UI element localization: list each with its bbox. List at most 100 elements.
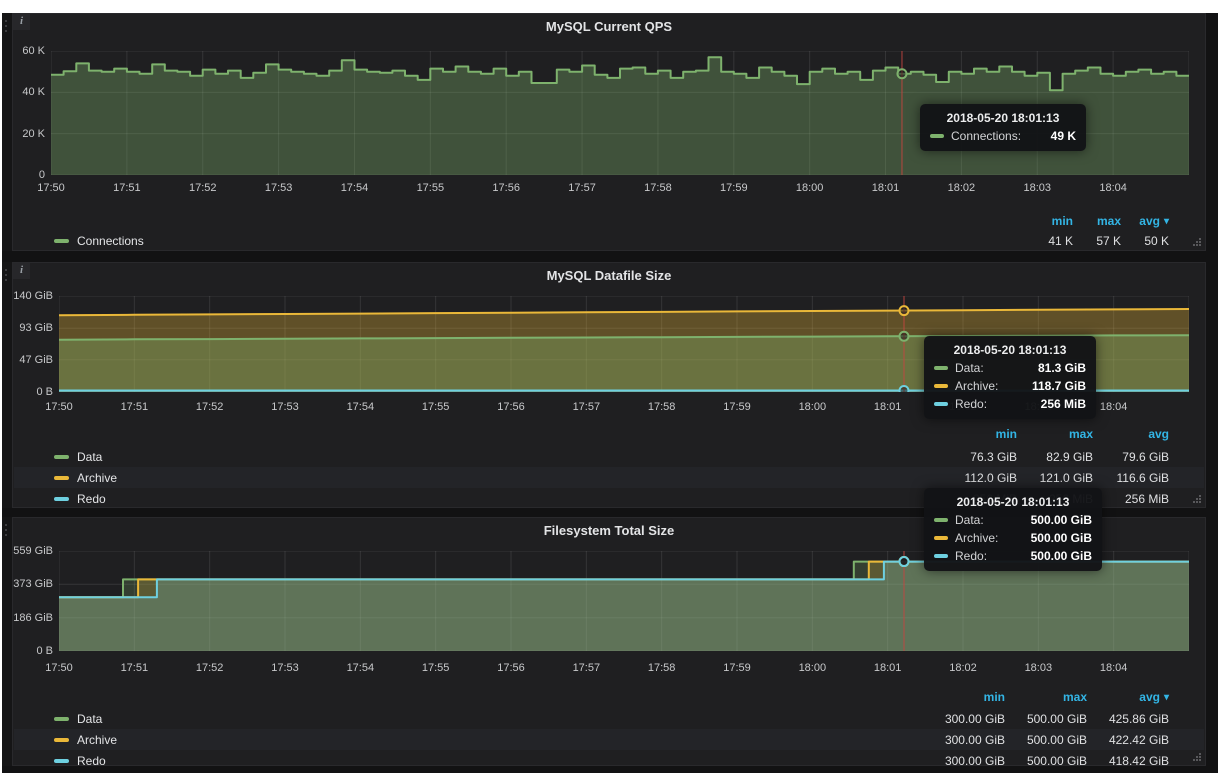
dot [5, 269, 7, 271]
y-tick-label: 60 K [13, 45, 45, 57]
y-tick-label: 0 B [13, 645, 53, 657]
legend-sort-max[interactable]: max [1073, 212, 1121, 230]
x-tick-label: 17:50 [37, 182, 65, 194]
legend-stat-value: 41 K [1025, 230, 1073, 251]
legend-stat-value: 300.00 GiB [923, 750, 1005, 771]
legend-header-row: minmaxavg▾ [14, 688, 1204, 706]
x-tick-label: 18:02 [949, 662, 977, 674]
panel-title[interactable]: Filesystem Total Size [13, 523, 1205, 538]
x-tick-label: 18:02 [949, 401, 977, 413]
legend-sort-min[interactable]: min [941, 425, 1017, 443]
legend-header-row: minmaxavg▾ [14, 212, 1204, 230]
legend-sort-min[interactable]: min [1025, 212, 1073, 230]
legend-stat-value: 116.6 GiB [1093, 467, 1169, 488]
legend-header-row: minmaxavg [14, 425, 1204, 443]
legend-series-redo[interactable]: Redo [54, 488, 106, 509]
legend-row: Archive300.00 GiB500.00 GiB422.42 GiB [14, 729, 1204, 750]
chart-svg [51, 51, 1189, 175]
row-drag-handle[interactable] [2, 13, 12, 251]
x-tick-label: 17:55 [417, 182, 445, 194]
legend-stat-value: 112.0 GiB [941, 467, 1017, 488]
x-tick-label: 18:03 [1025, 401, 1053, 413]
crosshair-marker-redo [899, 557, 908, 566]
crosshair-marker-data [899, 332, 908, 341]
row-drag-handle[interactable] [2, 262, 12, 508]
legend-color-dash [54, 455, 69, 459]
x-tick-label: 17:59 [723, 401, 751, 413]
x-tick-label: 17:50 [45, 401, 73, 413]
x-tick-label: 18:04 [1100, 662, 1128, 674]
panel-mysql-datafile-size: i MySQL Datafile Size 140 GiB93 GiB47 Gi… [12, 262, 1206, 508]
dot [5, 20, 7, 22]
legend-row: Archive 112.0 GiB121.0 GiB116.6 GiB [14, 467, 1204, 488]
legend-sort-avg[interactable]: avg▾ [1121, 212, 1169, 230]
legend-sort-max[interactable]: max [1005, 688, 1087, 706]
y-tick-label: 140 GiB [13, 290, 53, 302]
panel-row-3: Filesystem Total Size 559 GiB373 GiB186 … [2, 517, 1218, 766]
legend-stats-header: minmaxavg▾ [1025, 212, 1169, 230]
panel-row-2: i MySQL Datafile Size 140 GiB93 GiB47 Gi… [2, 262, 1218, 508]
x-tick-label: 17:50 [45, 662, 73, 674]
legend-stat-value: 300.00 GiB [923, 708, 1005, 729]
legend-series-connections[interactable]: Connections [54, 230, 144, 251]
y-tick-label: 0 [13, 169, 45, 181]
legend-stat-value: 256 MiB [1017, 488, 1093, 509]
y-tick-label: 559 GiB [13, 545, 53, 557]
crosshair-marker-connections [897, 69, 906, 78]
x-tick-label: 17:56 [492, 182, 520, 194]
legend-stats-values: 112.0 GiB121.0 GiB116.6 GiB [941, 467, 1169, 488]
x-tick-label: 18:00 [796, 182, 824, 194]
legend-series-data[interactable]: Data [54, 446, 102, 467]
legend-series-archive[interactable]: Archive [54, 729, 117, 750]
legend-stat-value: 82.9 GiB [1017, 446, 1093, 467]
panel-mysql-current-qps: i MySQL Current QPS 60 K40 K20 K017:5017… [12, 13, 1206, 251]
plot-area[interactable] [51, 51, 1189, 175]
legend-stat-value: 500.00 GiB [1005, 708, 1087, 729]
chart-svg [59, 296, 1189, 392]
dot [5, 534, 7, 536]
x-tick-label: 17:57 [573, 662, 601, 674]
x-tick-label: 17:56 [497, 662, 525, 674]
dot [5, 529, 7, 531]
legend-stats-values: 300.00 GiB500.00 GiB425.86 GiB [923, 708, 1169, 729]
legend-stat-value: 500.00 GiB [1005, 750, 1087, 771]
legend-color-dash [54, 497, 69, 501]
y-tick-label: 0 B [13, 386, 53, 398]
x-tick-label: 17:58 [648, 401, 676, 413]
row-drag-handle[interactable] [2, 517, 12, 766]
x-tick-label: 17:54 [347, 662, 375, 674]
legend-series-data[interactable]: Data [54, 708, 102, 729]
legend-row: Redo 300.00 GiB500.00 GiB418.42 GiB [14, 750, 1204, 771]
legend-stats-values: 256 MiB256 MiB256 MiB [941, 488, 1169, 509]
x-tick-label: 17:52 [189, 182, 217, 194]
dot [5, 25, 7, 27]
legend-sort-avg[interactable]: avg▾ [1087, 688, 1169, 706]
legend-series-name: Archive [77, 471, 117, 485]
legend-stats-header: minmaxavg▾ [923, 688, 1169, 706]
legend-stats-values: 41 K57 K50 K [1025, 230, 1169, 251]
legend-sort-min[interactable]: min [923, 688, 1005, 706]
sort-caret-icon: ▾ [1164, 692, 1169, 703]
x-tick-label: 17:59 [720, 182, 748, 194]
plot-area[interactable] [59, 296, 1189, 392]
legend-stat-value: 500.00 GiB [1005, 729, 1087, 750]
sort-caret-icon: ▾ [1164, 216, 1169, 227]
legend-series-archive[interactable]: Archive [54, 467, 117, 488]
legend-series-redo[interactable]: Redo [54, 750, 106, 771]
legend-color-dash [54, 476, 69, 480]
panel-filesystem-total-size: Filesystem Total Size 559 GiB373 GiB186 … [12, 517, 1206, 766]
legend-row: Data76.3 GiB82.9 GiB79.6 GiB [14, 446, 1204, 467]
legend-stats-values: 300.00 GiB500.00 GiB418.42 GiB [923, 750, 1169, 771]
legend-sort-max[interactable]: max [1017, 425, 1093, 443]
plot-area[interactable] [59, 551, 1189, 651]
legend-sort-avg[interactable]: avg [1093, 425, 1169, 443]
legend-stat-value: 418.42 GiB [1087, 750, 1169, 771]
panel-title[interactable]: MySQL Current QPS [13, 19, 1205, 34]
x-tick-label: 17:59 [723, 662, 751, 674]
x-tick-label: 17:55 [422, 401, 450, 413]
x-tick-label: 18:04 [1100, 401, 1128, 413]
panel-title[interactable]: MySQL Datafile Size [13, 268, 1205, 283]
x-tick-label: 17:53 [271, 662, 299, 674]
x-tick-label: 17:57 [573, 401, 601, 413]
legend-stat-value: 256 MiB [1093, 488, 1169, 509]
